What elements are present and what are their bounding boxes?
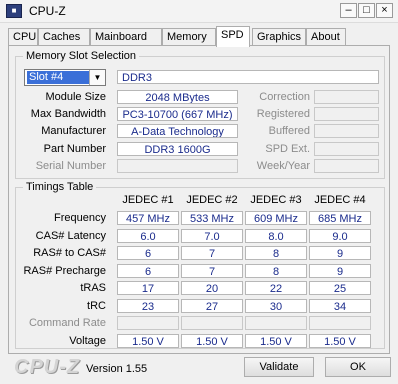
timings-group-title: Timings Table — [23, 181, 97, 193]
week-year-value — [314, 159, 379, 173]
tab-bar: CPU Caches Mainboard Memory SPD Graphics… — [8, 26, 392, 47]
timing-cell: 6.0 — [117, 229, 179, 243]
close-button[interactable]: × — [376, 3, 393, 18]
tab-caches[interactable]: Caches — [38, 28, 90, 46]
spd-panel: Memory Slot Selection Slot #4 ▼ DDR3 Mod… — [8, 45, 390, 354]
buffered-label: Buffered — [268, 125, 310, 137]
column-jedec-3: JEDEC #3 — [250, 194, 302, 206]
timings-group: Timings Table JEDEC #1 JEDEC #2 JEDEC #3… — [15, 181, 385, 349]
memory-slot-group: Memory Slot Selection Slot #4 ▼ DDR3 Mod… — [15, 50, 385, 179]
timing-row-label: Command Rate — [28, 317, 106, 329]
timing-cell: 30 — [245, 299, 307, 313]
timing-cell: 27 — [181, 299, 243, 313]
manufacturer-value: A-Data Technology — [117, 124, 238, 138]
cpu-z-logo: CPU-Z — [14, 356, 81, 378]
buffered-value — [314, 124, 379, 138]
timing-cell: 533 MHz — [181, 211, 243, 225]
timing-cell: 685 MHz — [309, 211, 371, 225]
timing-cell: 8.0 — [245, 229, 307, 243]
timing-row-label: RAS# to CAS# — [33, 247, 106, 259]
tab-about[interactable]: About — [306, 28, 346, 46]
maximize-button[interactable]: □ — [358, 3, 375, 18]
timing-cell — [181, 316, 243, 330]
column-jedec-4: JEDEC #4 — [314, 194, 366, 206]
registered-value — [314, 107, 379, 121]
timing-cell — [117, 316, 179, 330]
timing-row-label: Voltage — [69, 335, 106, 347]
window-title: CPU-Z — [29, 4, 66, 18]
timing-cell: 20 — [181, 281, 243, 295]
timing-cell: 8 — [245, 264, 307, 278]
timing-cell: 6 — [117, 246, 179, 260]
week-year-label: Week/Year — [256, 160, 310, 172]
tab-spd[interactable]: SPD — [216, 26, 250, 47]
spd-ext-label: SPD Ext. — [265, 143, 310, 155]
correction-value — [314, 90, 379, 104]
tab-memory[interactable]: Memory — [162, 28, 216, 46]
registered-label: Registered — [256, 108, 310, 120]
timing-cell: 1.50 V — [181, 334, 243, 348]
timing-cell: 17 — [117, 281, 179, 295]
manufacturer-label: Manufacturer — [41, 125, 106, 137]
timing-row-label: Frequency — [54, 212, 106, 224]
timing-cell: 34 — [309, 299, 371, 313]
memory-type-value: DDR3 — [117, 70, 379, 84]
validate-button[interactable]: Validate — [244, 357, 314, 377]
cpu-z-app-icon: ■ — [6, 4, 22, 18]
tab-graphics[interactable]: Graphics — [252, 28, 306, 46]
memory-slot-group-title: Memory Slot Selection — [23, 50, 140, 62]
minimize-button[interactable]: – — [340, 3, 357, 18]
timing-cell: 457 MHz — [117, 211, 179, 225]
part-number-label: Part Number — [43, 143, 106, 155]
slot-select-value: Slot #4 — [27, 71, 89, 84]
timing-cell: 1.50 V — [245, 334, 307, 348]
tab-cpu[interactable]: CPU — [8, 28, 38, 46]
max-bandwidth-value: PC3-10700 (667 MHz) — [117, 107, 238, 121]
timing-row-label: CAS# Latency — [35, 230, 106, 242]
timing-cell: 9 — [309, 264, 371, 278]
title-bar: ■ CPU-Z – □ × — [0, 0, 398, 23]
part-number-value: DDR3 1600G — [117, 142, 238, 156]
timing-cell — [245, 316, 307, 330]
chevron-down-icon[interactable]: ▼ — [89, 70, 105, 85]
spd-ext-value — [314, 142, 379, 156]
max-bandwidth-label: Max Bandwidth — [30, 108, 106, 120]
ok-button[interactable]: OK — [325, 357, 391, 377]
serial-number-label: Serial Number — [35, 160, 106, 172]
timing-cell: 8 — [245, 246, 307, 260]
correction-label: Correction — [259, 91, 310, 103]
timing-cell: 609 MHz — [245, 211, 307, 225]
timing-cell: 1.50 V — [309, 334, 371, 348]
timing-cell: 25 — [309, 281, 371, 295]
column-jedec-2: JEDEC #2 — [186, 194, 238, 206]
version-label: Version 1.55 — [86, 363, 148, 375]
timing-cell: 7.0 — [181, 229, 243, 243]
timing-row-label: RAS# Precharge — [23, 265, 106, 277]
timing-cell: 7 — [181, 246, 243, 260]
serial-number-value — [117, 159, 238, 173]
module-size-label: Module Size — [45, 91, 106, 103]
timing-cell: 23 — [117, 299, 179, 313]
timing-cell: 9.0 — [309, 229, 371, 243]
timing-row-label: tRAS — [80, 282, 106, 294]
timing-cell: 7 — [181, 264, 243, 278]
module-size-value: 2048 MBytes — [117, 90, 238, 104]
timing-cell: 9 — [309, 246, 371, 260]
tab-mainboard[interactable]: Mainboard — [90, 28, 162, 46]
timing-cell — [309, 316, 371, 330]
timing-cell: 22 — [245, 281, 307, 295]
timing-cell: 6 — [117, 264, 179, 278]
slot-select[interactable]: Slot #4 ▼ — [24, 69, 106, 86]
timing-row-label: tRC — [87, 300, 106, 312]
timing-cell: 1.50 V — [117, 334, 179, 348]
column-jedec-1: JEDEC #1 — [122, 194, 174, 206]
